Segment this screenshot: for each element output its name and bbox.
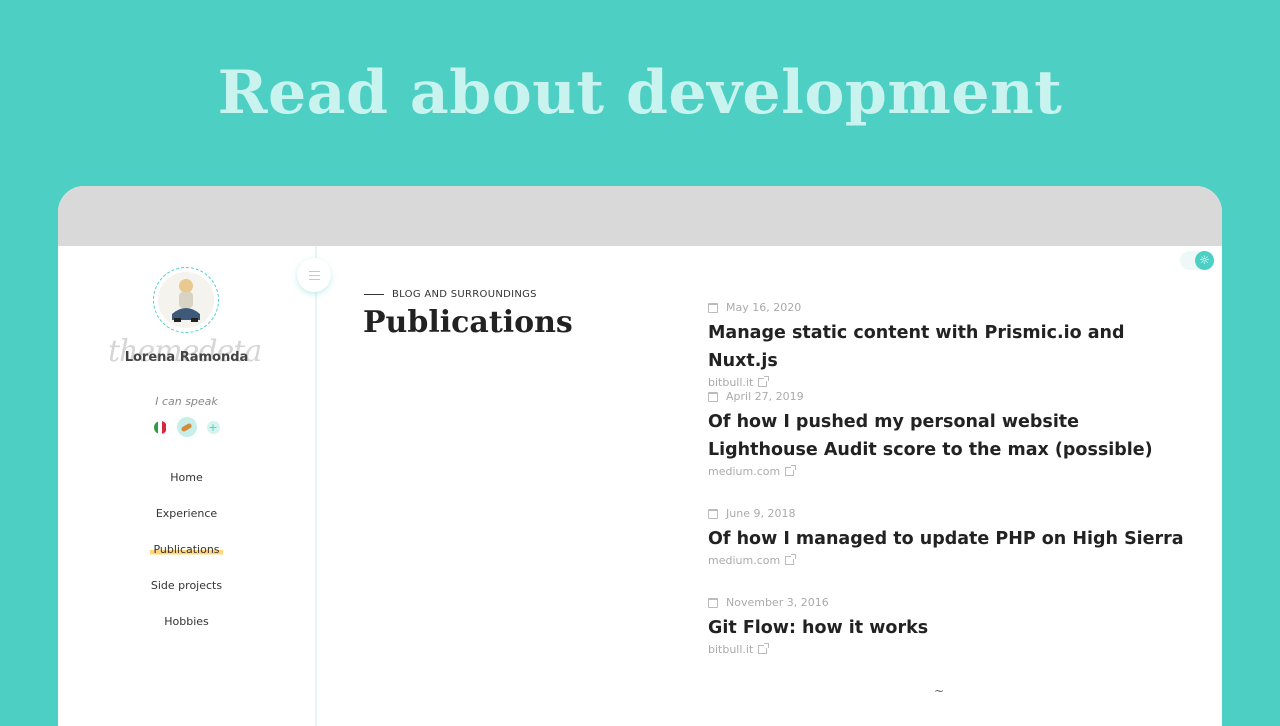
publication-date: April 27, 2019 [708,390,1188,403]
menu-toggle-button[interactable] [297,258,331,292]
speak-label: I can speak [155,395,218,408]
hero-title: Read about development [217,58,1063,128]
eyebrow-text: BLOG AND SURROUNDINGS [392,289,537,300]
food-icon[interactable] [176,417,197,437]
nav-item-label: Side projects [150,579,223,592]
language-list: + [58,417,315,437]
date-text: November 3, 2016 [726,596,829,609]
theme-toggle[interactable]: ☼ [1180,251,1214,270]
browser-frame: themedeta dev Lorena Ramonda I can speak… [58,186,1222,726]
sidebar-nav: Home Experience Publications Side projec… [58,468,315,648]
nav-item-label: Hobbies [164,615,209,628]
section-eyebrow: BLOG AND SURROUNDINGS [364,289,537,300]
nav-item-publications[interactable]: Publications [58,540,315,576]
nav-item-label: Publications [150,543,223,556]
publication-title-link[interactable]: Of how I pushed my personal website Ligh… [708,408,1188,464]
publication-date: November 3, 2016 [708,596,1188,609]
source-text: bitbull.it [708,376,754,389]
calendar-icon [708,391,718,402]
publication-item: November 3, 2016 Git Flow: how it works … [708,596,1188,656]
hamburger-icon [308,270,320,272]
publication-title-link[interactable]: Of how I managed to update PHP on High S… [708,525,1188,553]
external-link-icon [785,554,797,565]
nav-item-home[interactable]: Home [58,468,315,504]
italian-flag-icon[interactable] [153,420,167,434]
publication-date: June 9, 2018 [708,507,1188,520]
publication-item: May 16, 2020 Manage static content with … [708,301,1188,389]
publication-date: May 16, 2020 [708,301,1188,314]
publication-item: April 27, 2019 Of how I pushed my person… [708,390,1188,478]
calendar-icon [708,508,718,519]
avatar[interactable] [153,267,219,333]
external-link-icon [758,376,770,387]
date-text: May 16, 2020 [726,301,802,314]
publication-title-link[interactable]: Manage static content with Prismic.io an… [708,319,1188,375]
publication-source-link[interactable]: bitbull.it [708,643,1188,656]
publication-title-link[interactable]: Git Flow: how it works [708,614,1188,642]
avatar-image [158,272,214,328]
plus-icon[interactable]: + [206,420,220,434]
hamburger-icon-line [308,274,320,276]
nav-item-side-projects[interactable]: Side projects [58,576,315,612]
source-text: medium.com [708,465,781,478]
publication-item: June 9, 2018 Of how I managed to update … [708,507,1188,567]
nav-item-hobbies[interactable]: Hobbies [58,612,315,648]
footer-tilde: ~ [934,684,945,698]
author-name: Lorena Ramonda [124,350,249,365]
browser-toolbar [58,186,1222,246]
nav-item-experience[interactable]: Experience [58,504,315,540]
eyebrow-rule [364,294,384,295]
date-text: April 27, 2019 [726,390,804,403]
date-text: June 9, 2018 [726,507,796,520]
sun-icon: ☼ [1195,251,1214,270]
calendar-icon [708,302,718,313]
hamburger-icon-line [308,278,320,280]
source-text: bitbull.it [708,643,754,656]
publication-source-link[interactable]: medium.com [708,554,1188,567]
external-link-icon [785,465,797,476]
source-text: medium.com [708,554,781,567]
nav-item-label: Experience [155,507,218,520]
external-link-icon [758,643,770,654]
nav-item-label: Home [170,471,203,484]
sidebar: themedeta dev Lorena Ramonda I can speak… [58,246,317,726]
publication-source-link[interactable]: medium.com [708,465,1188,478]
publication-source-link[interactable]: bitbull.it [708,376,1188,389]
calendar-icon [708,597,718,608]
page-title: Publications [363,305,573,340]
